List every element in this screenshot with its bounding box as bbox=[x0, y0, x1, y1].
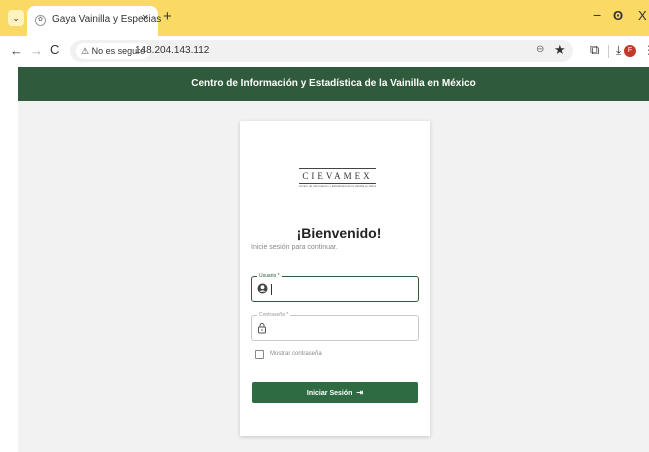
window-close-icon[interactable]: X bbox=[638, 8, 647, 23]
back-arrow-icon[interactable]: ← bbox=[10, 43, 23, 58]
close-icon[interactable]: × bbox=[142, 12, 148, 24]
browser-tab[interactable]: ✿ Gaya Vainilla y Especias × bbox=[27, 6, 161, 36]
show-password-label[interactable]: Mostrar contraseña bbox=[270, 351, 322, 357]
minimize-icon[interactable]: − bbox=[593, 7, 601, 23]
login-card: CIEVAMEX Centro de Información y Estadís… bbox=[240, 121, 430, 436]
browser-toolbar: ← → C ⚠ No es seguro 148.204.143.112 ⊖ ★… bbox=[0, 36, 649, 66]
toolbar-divider bbox=[608, 45, 609, 58]
extensions-icon[interactable]: ⧉ bbox=[590, 42, 599, 58]
user-icon bbox=[257, 283, 268, 297]
url-text[interactable]: 148.204.143.112 bbox=[135, 45, 209, 56]
welcome-heading: ¡Bienvenido! bbox=[296, 225, 382, 241]
lock-icon bbox=[257, 322, 267, 337]
reload-icon[interactable]: C bbox=[50, 42, 59, 57]
browser-tabstrip: ⌄ ✿ Gaya Vainilla y Especias × + − ʘ X bbox=[0, 0, 649, 36]
vanilla-favicon-icon: ✿ bbox=[35, 15, 46, 26]
chevron-down-icon[interactable]: ⌄ bbox=[8, 10, 24, 26]
page-header: Centro de Información y Estadística de l… bbox=[18, 67, 649, 101]
forward-arrow-icon[interactable]: → bbox=[30, 43, 43, 58]
plus-icon[interactable]: + bbox=[163, 9, 172, 24]
avatar[interactable]: F bbox=[624, 45, 636, 57]
password-input[interactable] bbox=[274, 320, 414, 336]
logo-rule-top bbox=[299, 168, 376, 169]
cievamex-logo: CIEVAMEX Centro de Información y Estadís… bbox=[299, 168, 376, 194]
login-subtitle: Inicie sesión para continuar. bbox=[251, 244, 338, 251]
download-icon[interactable]: ⤓ bbox=[616, 43, 621, 58]
zoom-icon[interactable]: ⊖ bbox=[536, 44, 544, 55]
login-button-label: Iniciar Sesión bbox=[306, 390, 353, 397]
star-icon[interactable]: ★ bbox=[554, 42, 566, 58]
username-label: Usuario * bbox=[257, 272, 282, 280]
logo-subtitle: Centro de Información y Estadística de l… bbox=[299, 184, 376, 188]
username-field[interactable]: Usuario * bbox=[251, 272, 419, 302]
password-field[interactable]: Contraseña * bbox=[251, 311, 419, 341]
text-caret bbox=[271, 284, 272, 295]
login-button[interactable]: Iniciar Sesión ⇥ bbox=[252, 382, 418, 403]
kebab-menu-icon[interactable]: ⋮ bbox=[643, 43, 649, 57]
show-password-checkbox[interactable] bbox=[255, 350, 264, 359]
logo-text: CIEVAMEX bbox=[302, 171, 373, 181]
username-input[interactable] bbox=[274, 281, 414, 297]
password-label: Contraseña * bbox=[257, 311, 291, 319]
login-icon: ⇥ bbox=[356, 388, 364, 397]
maximize-icon[interactable]: ʘ bbox=[613, 8, 623, 23]
address-bar[interactable]: ⚠ No es seguro 148.204.143.112 ⊖ ★ bbox=[70, 40, 573, 62]
